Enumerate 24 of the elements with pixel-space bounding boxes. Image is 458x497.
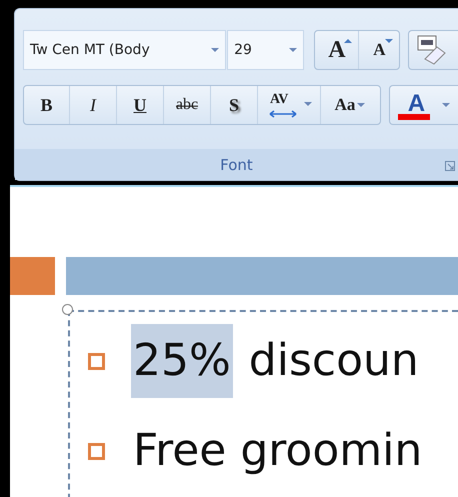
double-arrow-icon — [268, 110, 298, 118]
bullet-icon — [88, 352, 105, 370]
dropdown-arrow-icon[interactable] — [289, 48, 298, 52]
font-name-field[interactable]: Tw Cen MT (Body — [23, 30, 226, 70]
shadow-button[interactable]: S — [211, 86, 258, 124]
bullet-text: 25% — [131, 324, 233, 398]
accent-bar — [10, 257, 55, 295]
shrink-font-button[interactable]: A — [359, 31, 400, 69]
font-size-field[interactable]: 29 — [227, 30, 304, 70]
bold-button[interactable]: B — [24, 86, 70, 124]
group-label: Font — [220, 156, 253, 174]
underline-button[interactable]: U — [117, 86, 164, 124]
dropdown-arrow-icon[interactable] — [211, 48, 220, 52]
text-placeholder[interactable]: 25% discoun Free groomin — [68, 310, 458, 497]
bullet-text: Free groomin — [132, 424, 424, 478]
font-color-button[interactable]: A — [390, 86, 458, 124]
bullet-text: discoun — [248, 334, 420, 388]
dialog-launcher-icon[interactable] — [445, 161, 455, 171]
italic-button[interactable]: I — [70, 86, 117, 124]
grow-font-button[interactable]: A — [315, 31, 360, 69]
spacing-button[interactable]: AV — [258, 86, 321, 124]
rotation-handle[interactable] — [62, 304, 73, 315]
case-button[interactable]: Aa — [321, 86, 379, 124]
bullet-icon — [88, 442, 105, 460]
